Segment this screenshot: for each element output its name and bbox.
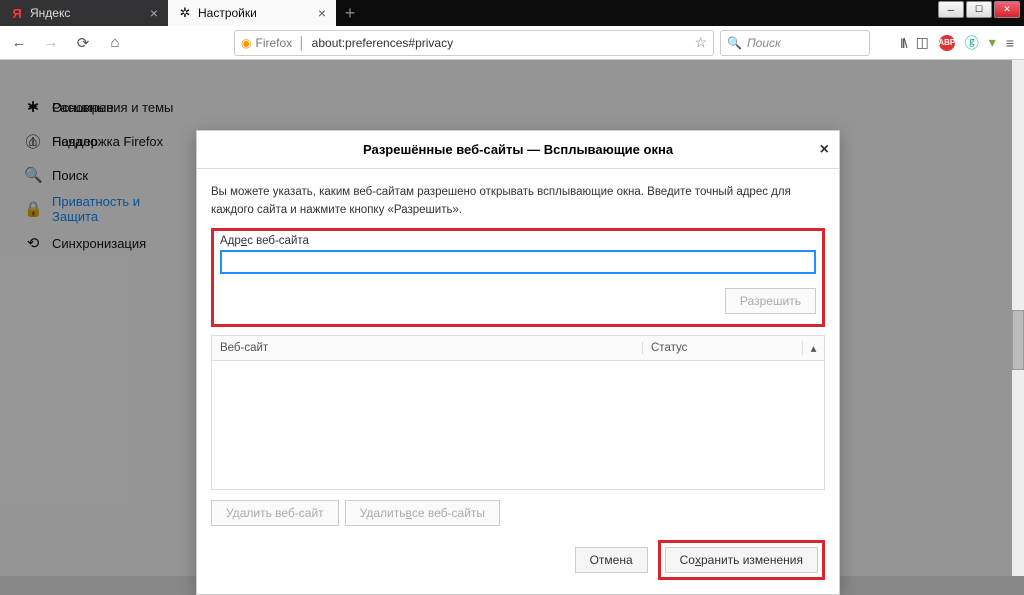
savefrom-icon[interactable]: ▾ [989, 34, 996, 51]
ghostery-icon[interactable]: ⓖ [965, 33, 979, 53]
vertical-scrollbar[interactable] [1012, 60, 1024, 576]
sites-table-body [211, 361, 825, 490]
menu-icon[interactable]: ≡ [1006, 35, 1014, 51]
popup-exceptions-dialog: Разрешённые веб-сайты — Всплывающие окна… [196, 130, 840, 595]
remove-site-button[interactable]: Удалить веб-сайт [211, 500, 339, 526]
content-area: ✲ Основные ⌂ Начало 🔍 Поиск 🔒 Приватност… [0, 60, 1012, 576]
search-icon: 🔍 [727, 36, 742, 50]
tab-label: Настройки [198, 6, 257, 20]
new-tab-button[interactable]: + [336, 0, 364, 26]
back-button[interactable]: ← [6, 30, 32, 56]
library-icon[interactable]: II\ [900, 35, 906, 51]
remove-all-sites-button[interactable]: Удалить все веб-сайты [345, 500, 500, 526]
identity-label: Firefox [255, 36, 292, 50]
highlight-save-button: Сохранить изменения [658, 540, 825, 580]
sort-indicator-icon[interactable]: ▴ [802, 341, 824, 355]
search-bar[interactable]: 🔍 Поиск [720, 30, 870, 56]
close-icon[interactable]: × [318, 5, 326, 21]
sites-table-header: Веб-сайт Статус ▴ [211, 335, 825, 361]
tab-strip: Я Яндекс × ✲ Настройки × + [0, 0, 1024, 26]
highlight-address-section: Адрес веб-сайта Разрешить [211, 228, 825, 327]
minimize-button[interactable]: ─ [938, 1, 964, 18]
nav-toolbar: ← → ⟳ ⌂ ◉ Firefox │ about:preferences#pr… [0, 26, 1024, 60]
yandex-icon: Я [10, 6, 24, 20]
address-input[interactable] [220, 250, 816, 274]
sidebar-icon[interactable]: ◫ [916, 34, 929, 51]
scrollbar-thumb[interactable] [1012, 310, 1024, 370]
address-field-label: Адрес веб-сайта [220, 235, 816, 247]
close-window-button[interactable]: ✕ [994, 1, 1020, 18]
column-status[interactable]: Статус [642, 342, 802, 354]
url-text: about:preferences#privacy [312, 36, 453, 50]
home-button[interactable]: ⌂ [102, 30, 128, 56]
column-site[interactable]: Веб-сайт [212, 342, 642, 354]
firefox-icon: ◉ [241, 36, 251, 50]
save-changes-button[interactable]: Сохранить изменения [665, 547, 818, 573]
abp-icon[interactable]: ABP [939, 35, 955, 51]
cancel-button[interactable]: Отмена [575, 547, 648, 573]
url-bar[interactable]: ◉ Firefox │ about:preferences#privacy ☆ [234, 30, 714, 56]
tab-label: Яндекс [30, 6, 70, 20]
allow-button[interactable]: Разрешить [725, 288, 816, 314]
dialog-title: Разрешённые веб-сайты — Всплывающие окна [363, 142, 673, 157]
maximize-button[interactable]: ☐ [966, 1, 992, 18]
tab-yandex[interactable]: Я Яндекс × [0, 0, 168, 26]
bookmark-star-icon[interactable]: ☆ [694, 34, 707, 51]
dialog-title-bar: Разрешённые веб-сайты — Всплывающие окна… [197, 131, 839, 169]
tab-settings[interactable]: ✲ Настройки × [168, 0, 336, 26]
gear-icon: ✲ [178, 6, 192, 20]
close-icon[interactable]: × [150, 5, 158, 21]
identity-box[interactable]: ◉ Firefox [241, 36, 292, 50]
dialog-description: Вы можете указать, каким веб-сайтам разр… [211, 183, 825, 220]
reload-button[interactable]: ⟳ [70, 30, 96, 56]
forward-button[interactable]: → [38, 30, 64, 56]
close-icon[interactable]: × [820, 141, 829, 159]
search-placeholder: Поиск [747, 36, 781, 50]
